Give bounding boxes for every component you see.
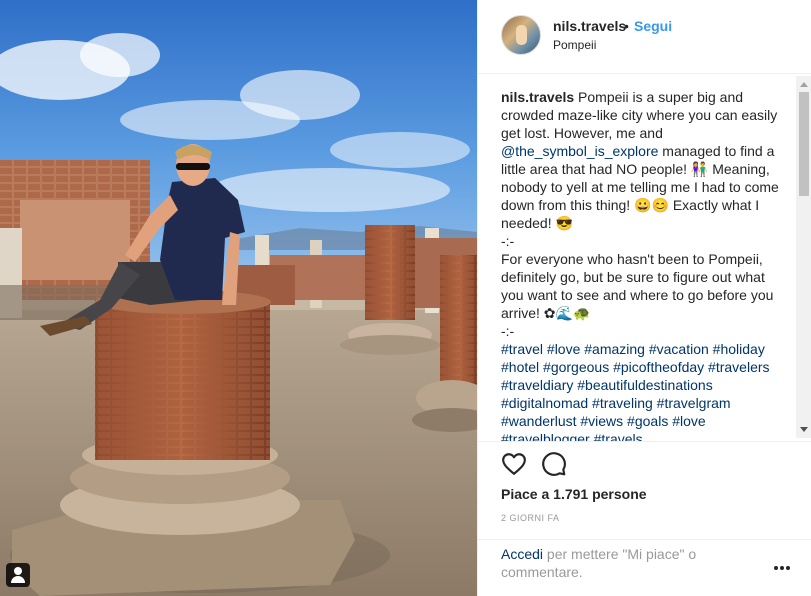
caption-hashtags[interactable]: #travel #love #amazing #vacation #holida… <box>501 340 791 441</box>
scrollbar-thumb[interactable] <box>799 92 809 196</box>
caption-divider: -:- <box>501 323 515 339</box>
login-link[interactable]: Accedi <box>501 546 543 562</box>
comments-list[interactable]: nils.travels Pompeii is a super big and … <box>478 88 798 441</box>
user-tag-icon[interactable] <box>6 563 30 587</box>
follow-button[interactable]: Segui <box>634 18 672 34</box>
heart-icon[interactable] <box>501 451 527 477</box>
caption-mention-link[interactable]: @the_symbol_is_explore <box>501 143 658 159</box>
comment-icon[interactable] <box>541 451 567 477</box>
scroll-down-arrow-icon[interactable] <box>800 427 808 432</box>
post-header: nils.travels • Segui Pompeii <box>478 0 811 74</box>
caption: nils.travels Pompeii is a super big and … <box>501 88 791 441</box>
location-link[interactable]: Pompeii <box>553 38 596 52</box>
divider <box>478 539 811 540</box>
login-prompt: Accedi per mettere "Mi piace" o commenta… <box>501 545 741 581</box>
scroll-up-arrow-icon[interactable] <box>800 82 808 87</box>
pompeii-scene-image <box>0 0 477 596</box>
header-username[interactable]: nils.travels <box>553 18 626 34</box>
caption-text-3: For everyone who hasn't been to Pompeii,… <box>501 251 774 321</box>
likes-count[interactable]: Piace a 1.791 persone <box>501 486 647 502</box>
post-photo[interactable] <box>0 0 477 596</box>
caption-username[interactable]: nils.travels <box>501 89 574 105</box>
post-details-panel: nils.travels • Segui Pompeii nils.travel… <box>477 0 811 596</box>
post-timestamp: 2 GIORNI FA <box>501 513 560 523</box>
header-separator: • <box>624 18 629 34</box>
more-options-icon[interactable] <box>774 566 790 572</box>
caption-divider: -:- <box>501 233 515 249</box>
avatar[interactable] <box>501 15 541 55</box>
comments-scrollbar[interactable] <box>796 76 811 438</box>
instagram-post-window: nils.travels • Segui Pompeii nils.travel… <box>0 0 811 596</box>
